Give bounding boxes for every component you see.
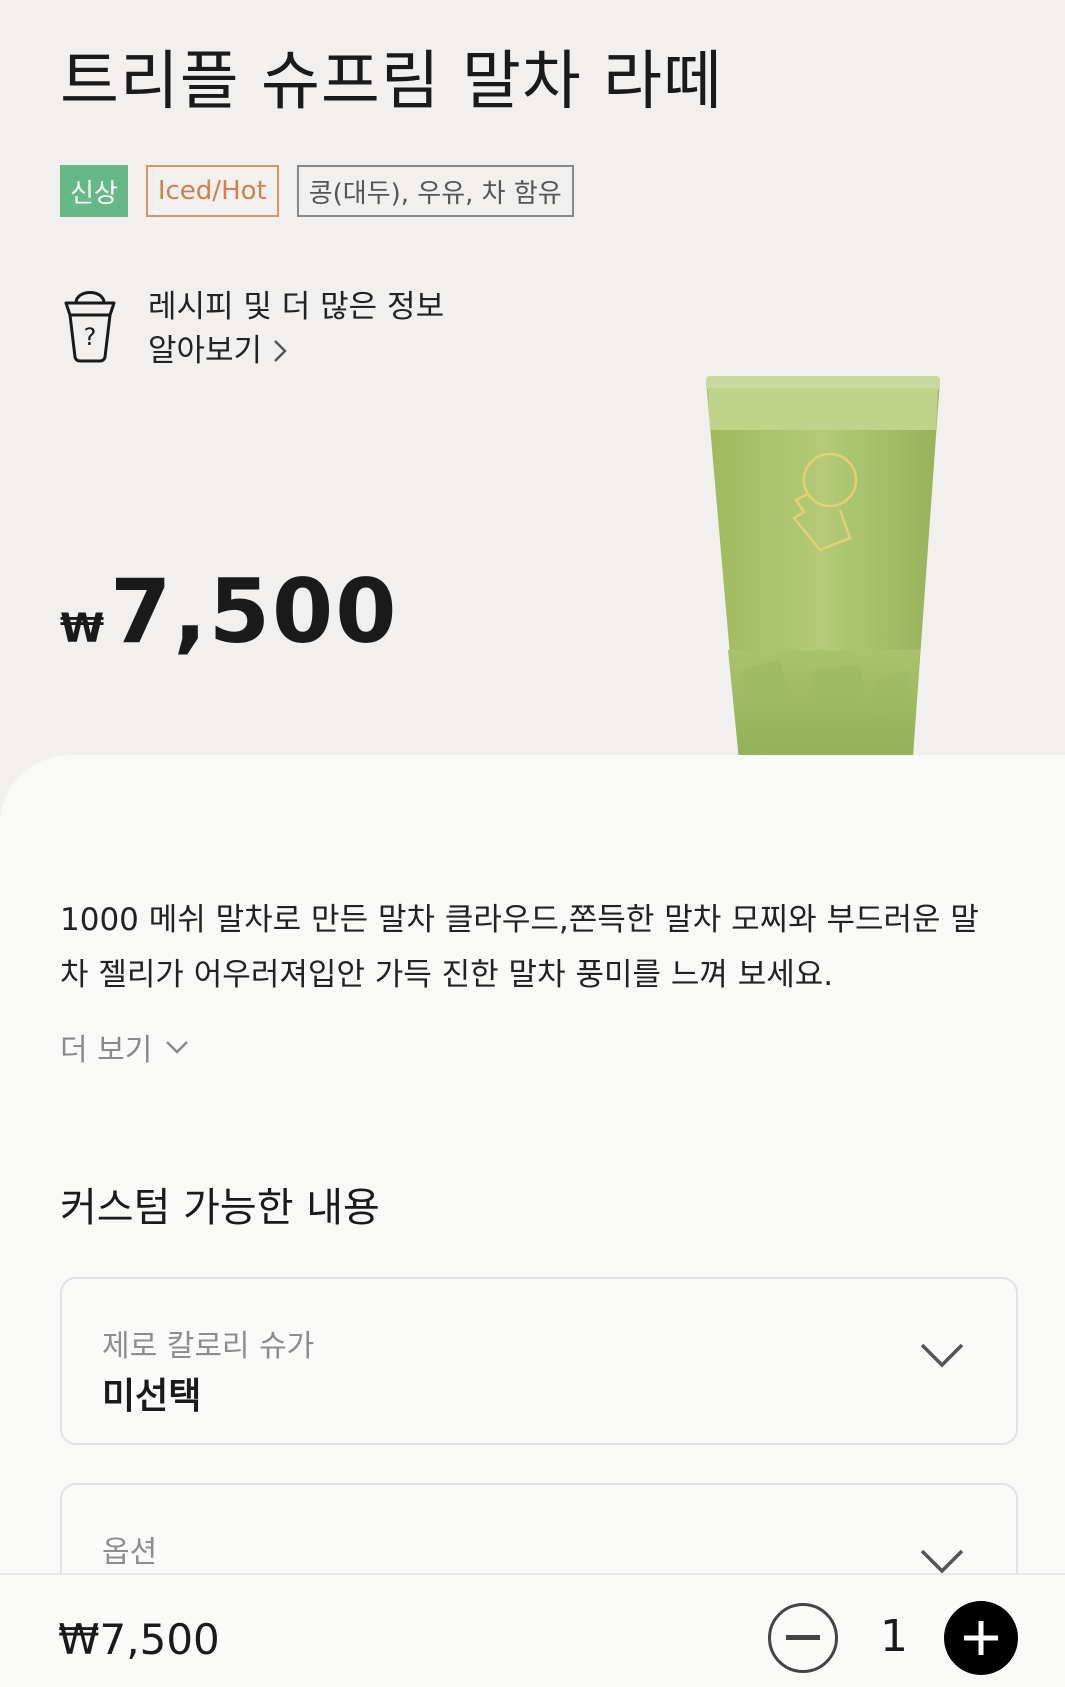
temperature-badge: Iced/Hot [145,165,279,217]
plus-icon [964,1621,998,1655]
more-button[interactable]: 더 보기 [60,1025,190,1069]
product-description: 1000 메쉬 말차로 만든 말차 클라우드,쫀득한 말차 모찌와 부드러운 말… [60,902,979,993]
increase-quantity-button[interactable] [944,1601,1018,1675]
order-bar: ₩7,500 1 [0,1573,1065,1687]
recipe-link-line2: 알아보기 [148,333,263,369]
currency-symbol: ₩ [60,606,105,652]
allergen-badge: 콩(대두), 우유, 차 함유 [296,165,574,217]
chevron-down-icon [166,1041,189,1054]
decrease-quantity-button[interactable] [768,1603,838,1673]
product-price: ₩ 7,500 [60,560,398,663]
minus-icon [786,1635,820,1640]
chevron-down-icon [920,1343,964,1368]
chevron-right-icon [274,340,287,362]
badge-row: 신상 Iced/Hot 콩(대두), 우유, 차 함유 [60,165,574,217]
zero-calorie-sugar-select[interactable]: 제로 칼로리 슈가 미선택 [60,1277,1018,1445]
new-badge: 신상 [60,165,128,217]
cup-question-icon: ? [64,291,116,363]
customization-title: 커스텀 가능한 내용 [60,1185,380,1231]
total-price: ₩7,500 [58,1615,220,1664]
select-label: 옵션 [102,1535,158,1570]
more-label: 더 보기 [60,1033,153,1068]
recipe-link-line1: 레시피 및 더 많은 정보 [148,289,445,325]
select-label: 제로 칼로리 슈가 [102,1329,315,1364]
select-value: 미선택 [102,1376,202,1417]
price-value: 7,500 [110,560,399,663]
product-title: 트리플 슈프림 말차 라떼 [60,45,723,119]
details-panel: 1000 메쉬 말차로 만든 말차 클라우드,쫀득한 말차 모찌와 부드러운 말… [0,755,1065,1687]
svg-text:?: ? [84,323,97,351]
recipe-info-link[interactable]: ? 레시피 및 더 많은 정보 알아보기 [60,285,444,373]
quantity-value: 1 [880,1611,908,1662]
matcha-latte-cup-image [706,376,1000,780]
